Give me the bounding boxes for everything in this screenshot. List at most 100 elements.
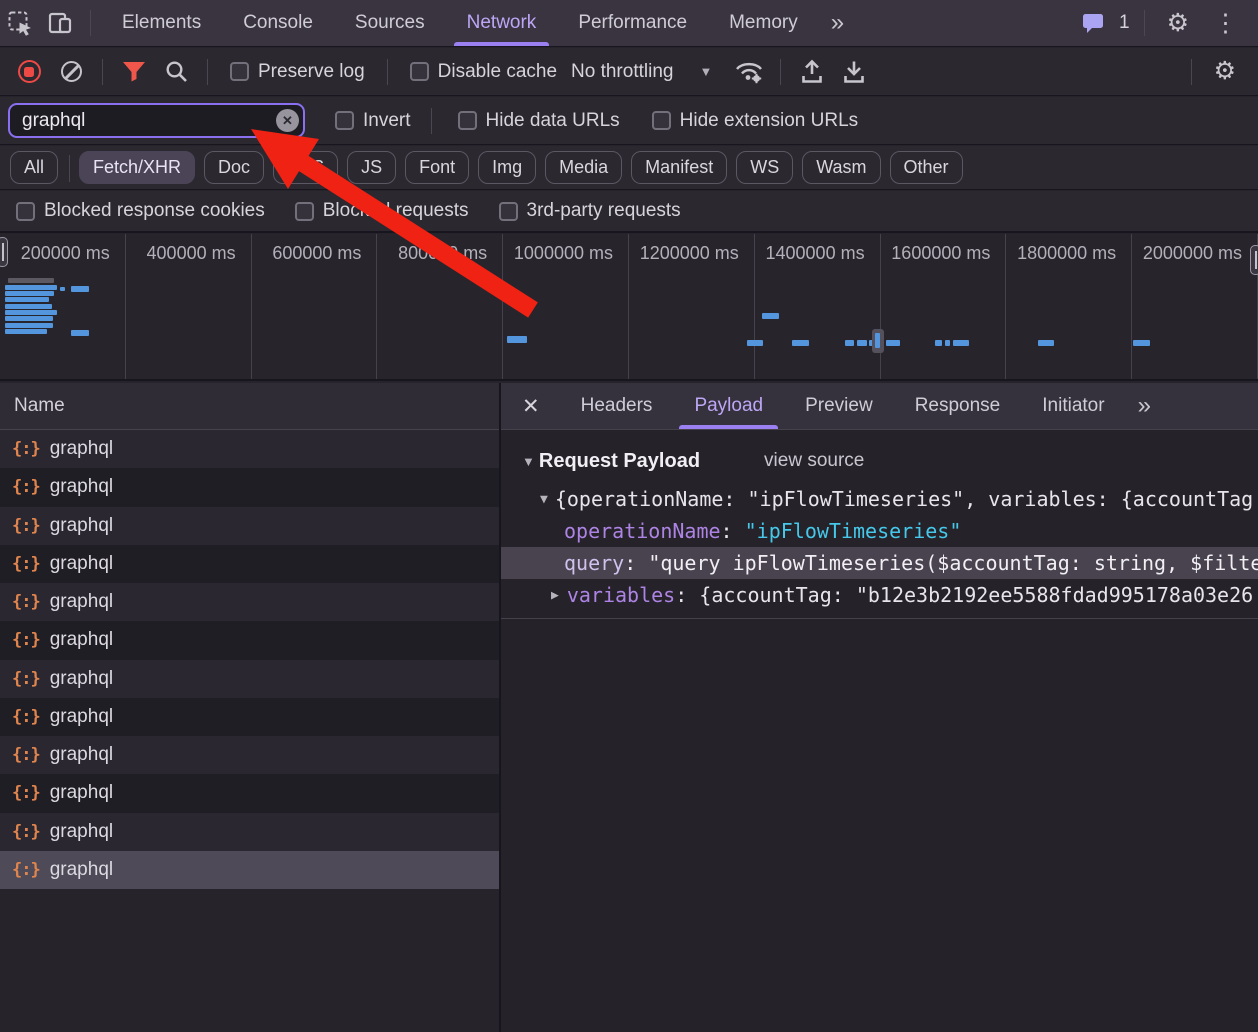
request-row[interactable]: {:} graphql xyxy=(0,813,499,851)
panel-tab[interactable]: Console xyxy=(222,0,334,46)
timeline-bar xyxy=(8,278,54,283)
advanced-filter-checkbox[interactable] xyxy=(295,202,314,221)
payload-query-line-selected[interactable]: query: "query ipFlowTimeseries($accountT… xyxy=(501,547,1258,579)
timeline-bar xyxy=(747,340,763,346)
clear-network-log-button[interactable] xyxy=(50,51,92,93)
timeline-bar xyxy=(1133,340,1150,346)
disable-cache-checkbox[interactable] xyxy=(410,62,429,81)
json-icon: {:} xyxy=(12,860,40,880)
more-tabs-icon[interactable]: » xyxy=(819,9,856,37)
advanced-filter-checkbox-group[interactable]: Blocked response cookies xyxy=(16,200,265,222)
request-row[interactable]: {:} graphql xyxy=(0,621,499,659)
filter-input[interactable] xyxy=(8,103,305,138)
network-conditions-button[interactable] xyxy=(728,51,770,93)
timeline-bar xyxy=(845,340,854,346)
issues-icon[interactable] xyxy=(1073,3,1113,43)
disable-cache-checkbox-group[interactable]: Disable cache xyxy=(410,61,557,83)
request-row[interactable]: {:} graphql xyxy=(0,774,499,812)
request-type-chip[interactable]: Wasm xyxy=(802,151,880,184)
panel-tab[interactable]: Performance xyxy=(557,0,708,46)
view-source-link[interactable]: view source xyxy=(764,450,864,472)
disable-cache-label: Disable cache xyxy=(438,61,557,83)
payload-operation-name-line[interactable]: operationName: "ipFlowTimeseries" xyxy=(501,515,1258,547)
detail-tab[interactable]: Payload xyxy=(673,383,784,429)
advanced-filter-checkbox-group[interactable]: Blocked requests xyxy=(295,200,469,222)
preserve-log-checkbox-group[interactable]: Preserve log xyxy=(230,61,365,83)
request-type-chip[interactable]: CSS xyxy=(273,151,338,184)
network-overview-timeline[interactable]: 200000 ms400000 ms600000 ms800000 ms1000… xyxy=(0,234,1258,381)
request-row[interactable]: {:} graphql xyxy=(0,430,499,468)
import-har-button[interactable] xyxy=(791,51,833,93)
search-button[interactable] xyxy=(155,51,197,93)
invert-checkbox-group[interactable]: Invert xyxy=(335,110,411,132)
panel-tab[interactable]: Memory xyxy=(708,0,819,46)
timeline-bar xyxy=(71,330,89,336)
request-type-chip[interactable]: All xyxy=(10,151,58,184)
timeline-right-grip[interactable] xyxy=(1250,245,1258,275)
device-toolbar-icon[interactable] xyxy=(40,3,80,43)
filter-button[interactable] xyxy=(113,51,155,93)
inspect-element-icon[interactable] xyxy=(0,3,40,43)
request-type-chip[interactable]: Other xyxy=(890,151,963,184)
timeline-left-grip[interactable] xyxy=(0,237,8,267)
hide-data-urls-checkbox-group[interactable]: Hide data URLs xyxy=(458,110,620,132)
request-type-chip[interactable]: JS xyxy=(347,151,396,184)
request-type-chip[interactable]: Img xyxy=(478,151,536,184)
request-row[interactable]: {:} graphql xyxy=(0,545,499,583)
request-row[interactable]: {:} graphql xyxy=(0,736,499,774)
request-row[interactable]: {:} graphql xyxy=(0,851,499,889)
advanced-filter-checkbox[interactable] xyxy=(499,202,518,221)
devtools-main-toolbar: ElementsConsoleSourcesNetworkPerformance… xyxy=(0,0,1258,47)
request-type-chip[interactable]: Font xyxy=(405,151,469,184)
request-type-chip[interactable]: Doc xyxy=(204,151,264,184)
request-type-chip[interactable]: Manifest xyxy=(631,151,727,184)
preserve-log-checkbox[interactable] xyxy=(230,62,249,81)
request-type-chip[interactable]: WS xyxy=(736,151,793,184)
name-column-header[interactable]: Name xyxy=(0,383,499,430)
request-row[interactable]: {:} graphql xyxy=(0,468,499,506)
detail-tab[interactable]: Response xyxy=(894,383,1022,429)
timeline-bar xyxy=(5,323,53,328)
devtools-window: ElementsConsoleSourcesNetworkPerformance… xyxy=(0,0,1258,1032)
payload-view: ▼ Request Payload view source ▼ {operati… xyxy=(501,430,1258,619)
collapse-triangle-icon[interactable]: ▼ xyxy=(522,454,535,469)
preserve-log-label: Preserve log xyxy=(258,61,365,83)
payload-root-line[interactable]: ▼ {operationName: "ipFlowTimeseries", va… xyxy=(501,483,1258,515)
timeline-request-bars xyxy=(0,234,1258,379)
panel-tab[interactable]: Elements xyxy=(101,0,222,46)
record-network-log-button[interactable] xyxy=(8,51,50,93)
close-icon[interactable]: ✕ xyxy=(501,394,560,419)
request-row[interactable]: {:} graphql xyxy=(0,583,499,621)
request-name: graphql xyxy=(50,821,113,843)
detail-tab[interactable]: Headers xyxy=(560,383,674,429)
hide-extension-urls-checkbox-group[interactable]: Hide extension URLs xyxy=(652,110,858,132)
clear-filter-icon[interactable]: ✕ xyxy=(276,109,299,132)
advanced-filter-checkbox[interactable] xyxy=(16,202,35,221)
timeline-bar xyxy=(945,340,950,346)
collapse-triangle-icon[interactable]: ▼ xyxy=(540,492,548,507)
detail-tab[interactable]: Preview xyxy=(784,383,894,429)
request-type-chip[interactable]: Fetch/XHR xyxy=(79,151,195,184)
invert-checkbox[interactable] xyxy=(335,111,354,130)
network-settings-gear-icon[interactable]: ⚙ xyxy=(1202,59,1248,84)
hide-data-urls-checkbox[interactable] xyxy=(458,111,477,130)
request-name: graphql xyxy=(50,553,113,575)
detail-tab[interactable]: Initiator xyxy=(1021,383,1125,429)
throttling-dropdown[interactable]: No throttling ▼ xyxy=(571,61,712,83)
detail-tabs: HeadersPayloadPreviewResponseInitiator xyxy=(560,383,1126,429)
request-name: graphql xyxy=(50,782,113,804)
export-har-button[interactable] xyxy=(833,51,875,93)
more-detail-tabs-icon[interactable]: » xyxy=(1126,392,1163,420)
request-type-chip[interactable]: Media xyxy=(545,151,622,184)
expand-triangle-icon[interactable]: ▶ xyxy=(551,588,559,603)
request-row[interactable]: {:} graphql xyxy=(0,698,499,736)
advanced-filter-checkbox-group[interactable]: 3rd-party requests xyxy=(499,200,681,222)
settings-gear-icon[interactable]: ⚙ xyxy=(1155,11,1201,36)
panel-tab[interactable]: Network xyxy=(446,0,558,46)
hide-extension-urls-checkbox[interactable] xyxy=(652,111,671,130)
payload-variables-line[interactable]: ▶ variables: {accountTag: "b12e3b2192ee5… xyxy=(501,579,1258,611)
panel-tab[interactable]: Sources xyxy=(334,0,446,46)
request-row[interactable]: {:} graphql xyxy=(0,660,499,698)
request-row[interactable]: {:} graphql xyxy=(0,507,499,545)
kebab-menu-icon[interactable]: ⋮ xyxy=(1201,11,1250,36)
